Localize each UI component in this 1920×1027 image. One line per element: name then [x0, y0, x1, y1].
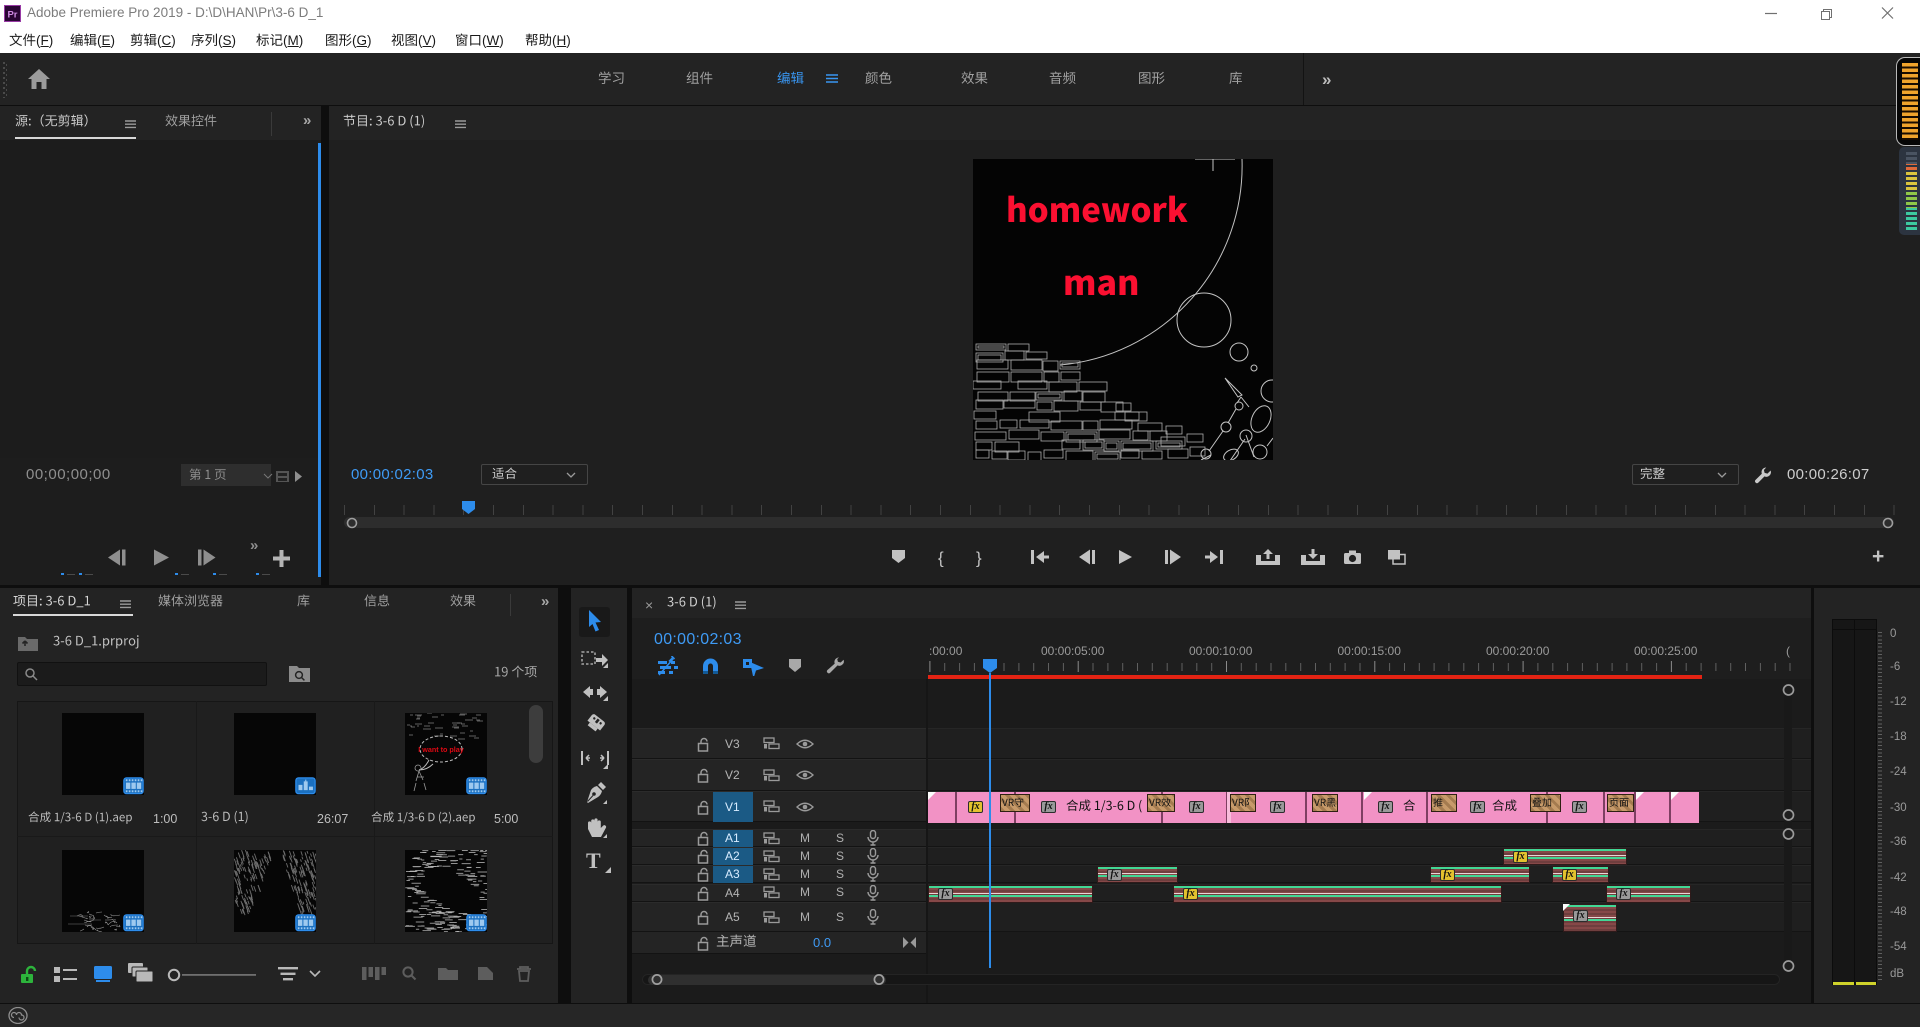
svg-text:I want to play: I want to play — [418, 745, 464, 754]
svg-text:}: } — [976, 549, 982, 568]
svg-text:{: { — [938, 549, 944, 568]
svg-text:Pr: Pr — [7, 10, 17, 21]
